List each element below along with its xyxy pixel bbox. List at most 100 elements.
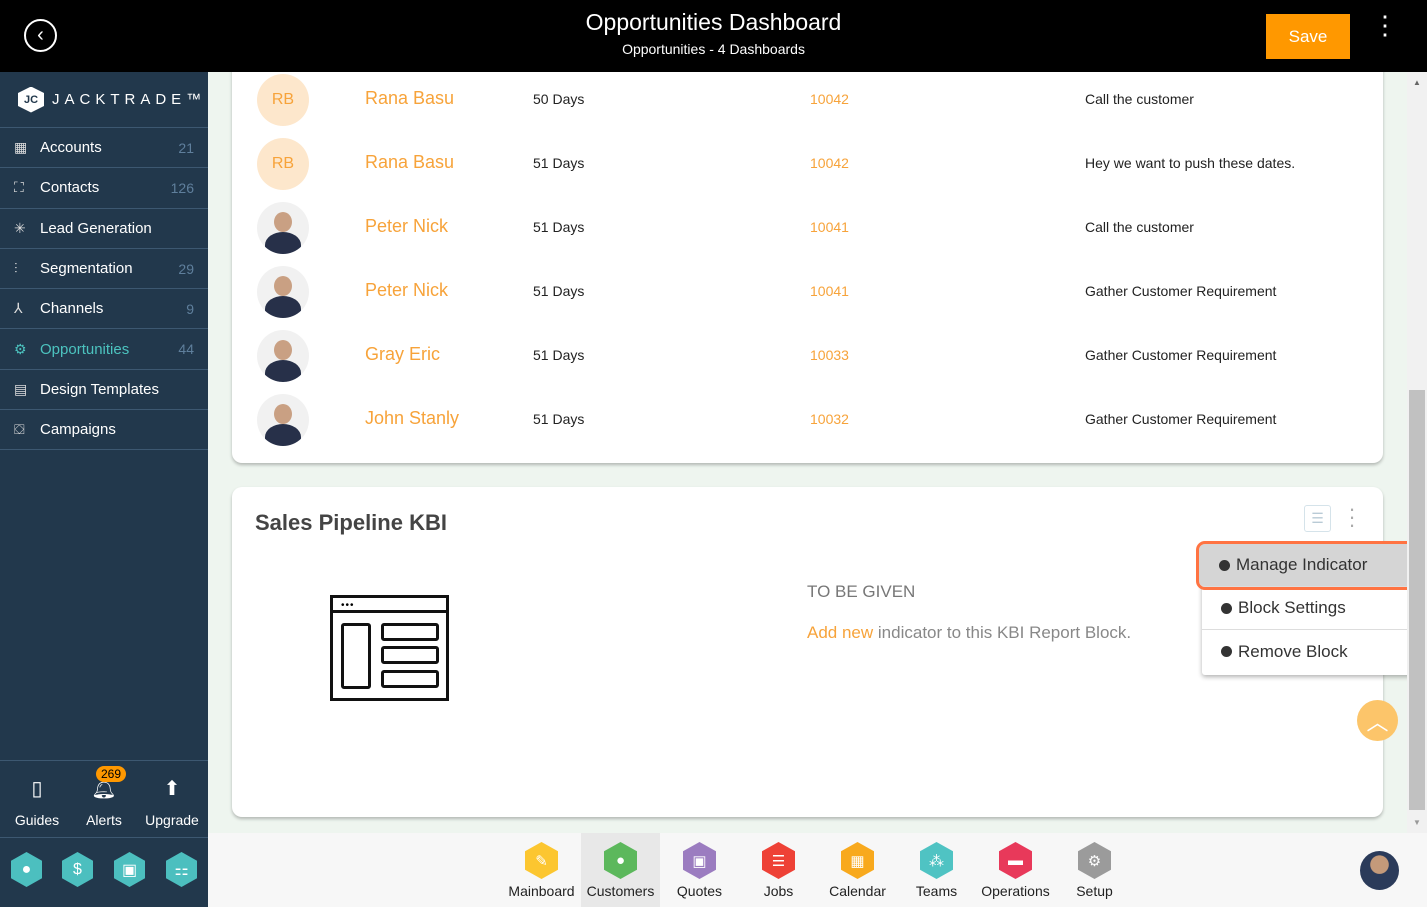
table-row[interactable]: Gray Eric 51 Days 10033 Gather Customer Req…	[232, 330, 1383, 401]
header: ‹ Opportunities Dashboard Opportunities …	[0, 0, 1427, 72]
scroll-down-arrow-icon[interactable]: ▼	[1407, 818, 1427, 827]
logo-icon: JC	[18, 86, 44, 113]
contact-name-link[interactable]: John Stanly	[365, 408, 459, 429]
app-customers[interactable]: ● Customers	[581, 833, 660, 907]
scroll-up-arrow-icon[interactable]: ▲	[1407, 78, 1427, 87]
app-operations[interactable]: ▬ Operations	[976, 833, 1055, 907]
contact-name-link[interactable]: Peter Nick	[365, 280, 448, 301]
app-label: Customers	[586, 883, 655, 899]
contact-name-link[interactable]: Gray Eric	[365, 344, 440, 365]
contact-name-link[interactable]: Rana Basu	[365, 88, 454, 109]
upgrade-button[interactable]: ⬆ Upgrade	[142, 774, 202, 828]
alerts-button[interactable]: 🔔︎ Alerts	[74, 774, 134, 828]
activity-note: Gather Customer Requirement	[1085, 283, 1277, 299]
table-row[interactable]: John Stanly 51 Days 10032 Gather Customer R…	[232, 394, 1383, 465]
table-row[interactable]: Peter Nick 51 Days 10041 Call the customer	[232, 202, 1383, 273]
main-content: RB Rana Basu 50 Days 10042 Call the customer…	[208, 72, 1407, 833]
app-label: Jobs	[763, 883, 794, 899]
app-label: Quotes	[676, 883, 723, 899]
app-label: Operations	[981, 883, 1050, 899]
opportunity-id-link[interactable]: 10041	[810, 283, 849, 299]
age-days: 51 Days	[533, 155, 585, 171]
contact-name-link[interactable]: Peter Nick	[365, 216, 448, 237]
sidebar-item-channels[interactable]: ⅄ Channels 9	[0, 289, 208, 330]
kbi-empty-message: Add new indicator to this KBI Report Blo…	[807, 623, 1131, 643]
list-icon[interactable]: ☰	[1304, 505, 1331, 532]
opportunity-id-link[interactable]: 10032	[810, 411, 849, 427]
menu-item-manage-indicator[interactable]: Manage Indicator	[1196, 541, 1422, 590]
teams-icon: ⁂	[920, 842, 953, 879]
sidebar-item-label: Contacts	[40, 179, 100, 197]
app-calendar[interactable]: ▦ Calendar	[818, 833, 897, 907]
logo[interactable]: JC JACKTRADE™	[0, 72, 208, 128]
app-mainboard[interactable]: ✎ Mainboard	[502, 833, 581, 907]
activity-note: Gather Customer Requirement	[1085, 347, 1277, 363]
age-days: 50 Days	[533, 91, 585, 107]
quotes-icon: ▣	[683, 842, 716, 879]
opportunity-id-link[interactable]: 10042	[810, 91, 849, 107]
sidebar-item-accounts[interactable]: ▦ Accounts 21	[0, 128, 208, 169]
age-days: 51 Days	[533, 219, 585, 235]
menu-item-remove-block[interactable]: Remove Block	[1202, 630, 1418, 673]
activity-note: Hey we want to push these dates.	[1085, 155, 1296, 171]
bullet-icon	[1221, 646, 1232, 657]
opportunity-id-link[interactable]: 10041	[810, 219, 849, 235]
sidebar-item-count: 21	[178, 139, 194, 156]
sidebar: JC JACKTRADE™ ▦ Accounts 21 ⛶ Contacts 126 ✳ Lea…	[0, 72, 208, 907]
workflow-icon[interactable]: ⚏	[166, 852, 197, 887]
sidebar-item-count: 29	[178, 260, 194, 277]
sidebar-item-label: Accounts	[40, 139, 102, 157]
guides-button[interactable]: ▯ Guides	[7, 774, 67, 828]
money-icon[interactable]: ▣	[114, 852, 145, 887]
table-row[interactable]: Peter Nick 51 Days 10041 Gather Customer Re…	[232, 266, 1383, 337]
sidebar-item-lead-generation[interactable]: ✳ Lead Generation	[0, 209, 208, 249]
scrollbar-thumb[interactable]	[1409, 390, 1425, 810]
save-button[interactable]: Save	[1266, 14, 1350, 59]
sidebar-item-opportunities[interactable]: ⚙ Opportunities 44	[0, 329, 208, 370]
table-row[interactable]: RB Rana Basu 50 Days 10042 Call the customer	[232, 74, 1383, 145]
avatar	[257, 394, 309, 446]
channels-icon: ⅄	[14, 300, 23, 317]
sidebar-item-segmentation[interactable]: ⫶ Segmentation 29	[0, 249, 208, 290]
app-jobs[interactable]: ☰ Jobs	[739, 833, 818, 907]
app-teams[interactable]: ⁂ Teams	[897, 833, 976, 907]
guides-label: Guides	[14, 812, 60, 828]
building-icon: ▦	[14, 139, 28, 156]
sidebar-item-campaigns[interactable]: ⛋ Campaigns	[0, 410, 208, 451]
sidebar-item-label: Campaigns	[40, 421, 116, 439]
divider	[0, 760, 208, 761]
sidebar-item-design-templates[interactable]: ▤ Design Templates	[0, 370, 208, 411]
menu-item-block-settings[interactable]: Block Settings	[1202, 587, 1418, 630]
page-title: Opportunities Dashboard	[585, 9, 842, 35]
activity-note: Call the customer	[1085, 91, 1194, 107]
app-quotes[interactable]: ▣ Quotes	[660, 833, 739, 907]
scroll-to-top-button[interactable]: ︿	[1357, 700, 1398, 741]
bullet-icon	[1221, 602, 1232, 614]
scrollbar[interactable]: ▲ ▼	[1407, 72, 1427, 833]
user-avatar[interactable]	[1360, 851, 1399, 890]
sidebar-item-contacts[interactable]: ⛶ Contacts 126	[0, 168, 208, 209]
menu-label: Block Settings	[1238, 598, 1346, 617]
menu-label: Remove Block	[1238, 641, 1348, 661]
sidebar-item-label: Lead Generation	[40, 219, 152, 237]
avatar	[257, 266, 309, 318]
block-menu-icon[interactable]: · · ·	[1345, 498, 1359, 536]
contact-name-link[interactable]: Rana Basu	[365, 152, 454, 173]
table-row[interactable]: RB Rana Basu 51 Days 10042 Hey we want to pu…	[232, 138, 1383, 209]
opportunity-id-link[interactable]: 10033	[810, 347, 849, 363]
upgrade-label: Upgrade	[145, 812, 199, 828]
setup-icon: ⚙	[1078, 842, 1111, 879]
avatar	[257, 330, 309, 382]
sidebar-item-count: 44	[178, 341, 194, 358]
more-options-icon[interactable]: ⋮	[1372, 12, 1398, 52]
add-new-link[interactable]: Add new	[807, 623, 873, 642]
mainboard-icon: ✎	[525, 842, 558, 879]
opportunity-id-link[interactable]: 10042	[810, 155, 849, 171]
person-icon[interactable]: ●	[11, 852, 42, 887]
dollar-icon[interactable]: $	[62, 852, 93, 887]
app-label: Mainboard	[508, 883, 575, 899]
activity-note: Call the customer	[1085, 219, 1194, 235]
age-days: 51 Days	[533, 411, 585, 427]
app-setup[interactable]: ⚙ Setup	[1055, 833, 1134, 907]
customers-icon: ●	[604, 842, 637, 879]
